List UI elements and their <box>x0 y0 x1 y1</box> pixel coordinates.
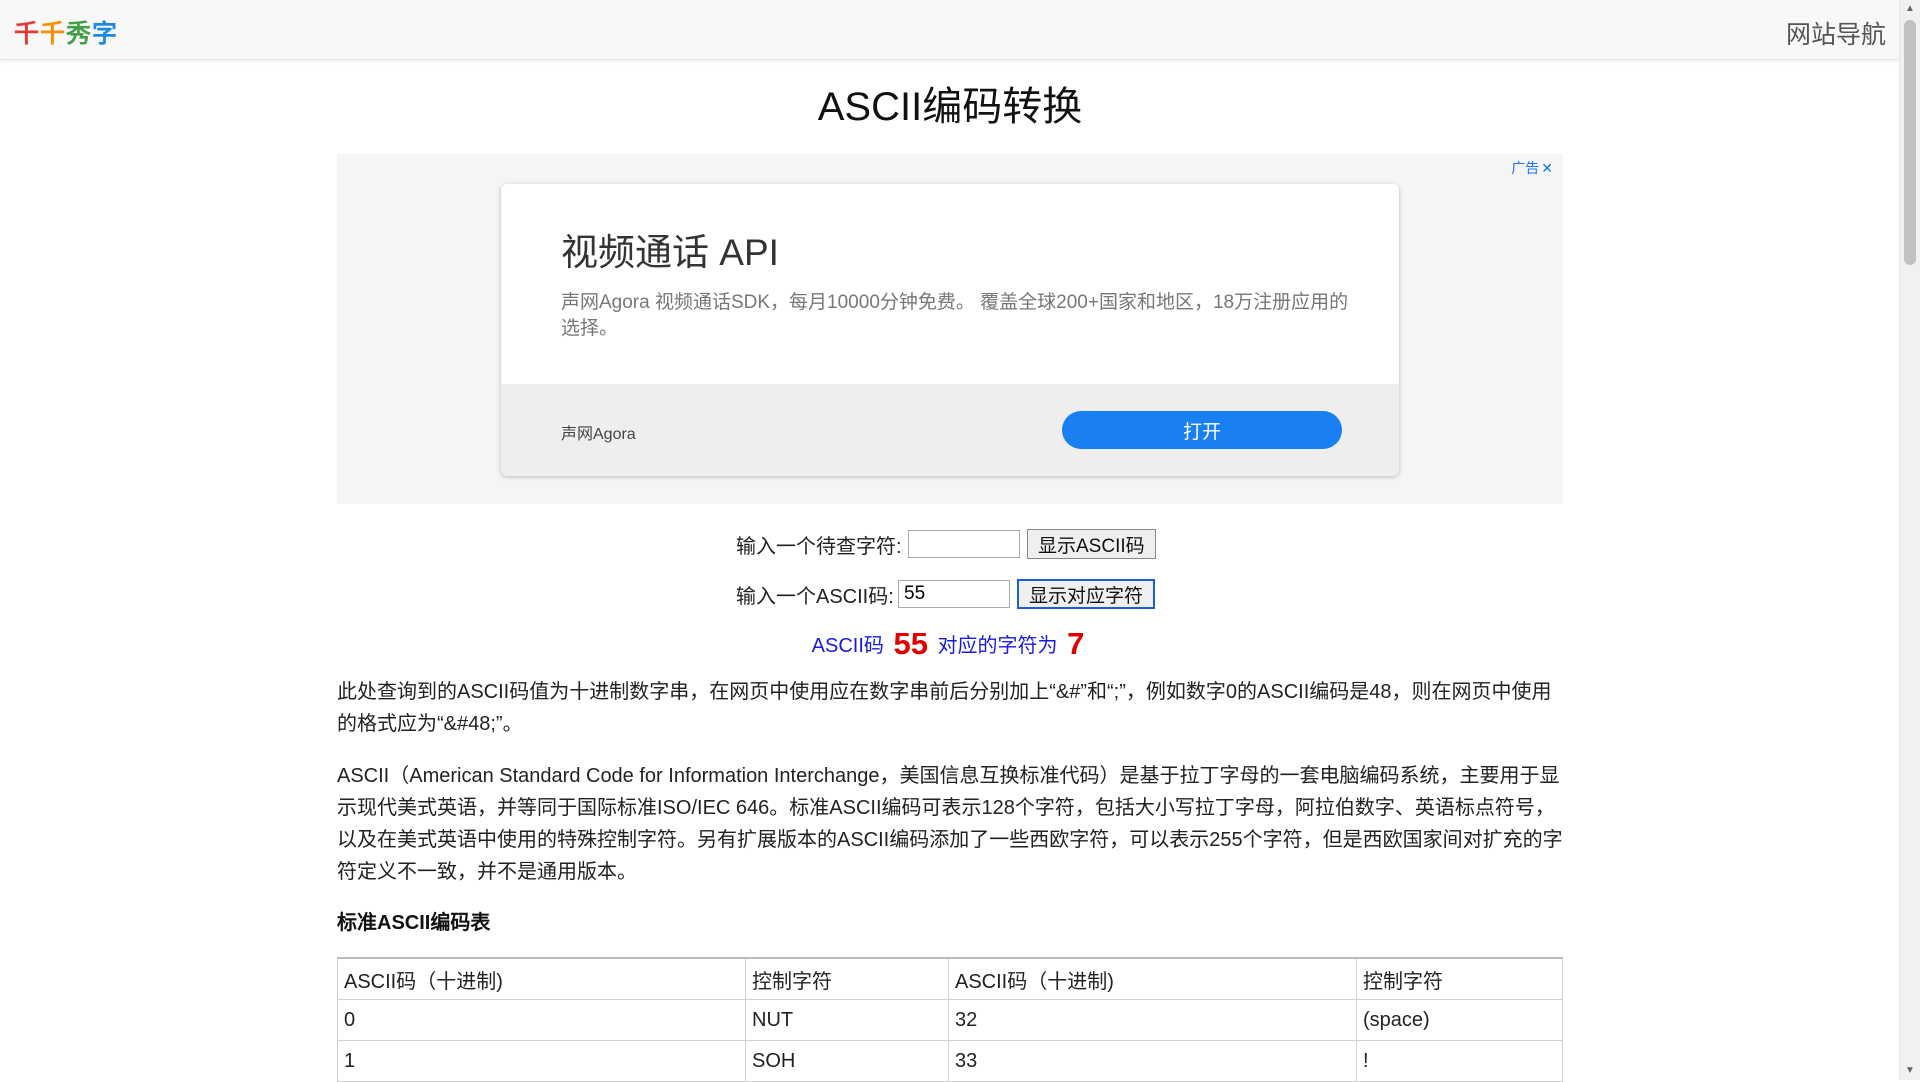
main-content: ASCII编码转换 广告 ✕ 视频通话 API 声网Agora 视频通话SDK，每… <box>337 59 1563 1082</box>
vertical-scrollbar[interactable]: ▲ ▼ <box>1899 0 1920 1080</box>
ad-description: 声网Agora 视频通话SDK，每月10000分钟免费。 覆盖全球200+国家和… <box>561 292 1349 339</box>
ad-headline[interactable]: 视频通话 API <box>561 222 779 276</box>
show-char-button[interactable]: 显示对应字符 <box>1017 579 1156 609</box>
result-prefix: ASCII码 <box>811 635 884 657</box>
ad-open-button[interactable]: 打开 <box>1062 411 1342 449</box>
logo-char-3: 秀 <box>66 20 93 48</box>
code-input-label: 输入一个ASCII码: <box>736 586 894 608</box>
result-line: ASCII码 55 对应的字符为 7 <box>337 624 1563 664</box>
table-cell: 0 <box>337 999 746 1041</box>
ad-marker[interactable]: 广告 ✕ <box>1511 158 1553 178</box>
code-input[interactable] <box>898 580 1010 608</box>
ascii-table: ASCII码（十进制) 控制字符 ASCII码（十进制) 控制字符 0 NUT … <box>337 957 1563 1082</box>
table-heading: 标准ASCII编码表 <box>337 912 491 934</box>
result-char: 7 <box>1067 626 1085 661</box>
column-header: ASCII码（十进制) <box>337 957 746 1000</box>
ad-brand: 声网Agora <box>561 426 636 443</box>
page-title: ASCII编码转换 <box>817 85 1083 129</box>
code-query-row: 输入一个ASCII码: 显示对应字符 <box>337 568 1563 618</box>
table-cell: 1 <box>337 1040 746 1082</box>
table-cell: (space) <box>1356 999 1563 1041</box>
table-cell: ! <box>1356 1040 1563 1082</box>
column-header: ASCII码（十进制) <box>948 957 1357 1000</box>
table-cell: SOH <box>745 1040 949 1082</box>
column-header: 控制字符 <box>745 957 949 1000</box>
result-code: 55 <box>893 626 928 661</box>
table-cell: 32 <box>948 999 1357 1041</box>
scroll-down-arrow-icon[interactable]: ▼ <box>1900 1062 1920 1080</box>
table-cell: 33 <box>948 1040 1357 1082</box>
show-ascii-button[interactable]: 显示ASCII码 <box>1027 529 1156 559</box>
table-row: 1 SOH 33 ! <box>337 1040 1563 1082</box>
table-cell: NUT <box>745 999 949 1041</box>
char-input-label: 输入一个待查字符: <box>736 536 902 558</box>
table-row: 0 NUT 32 (space) <box>337 999 1563 1041</box>
logo-char-1: 千 <box>14 20 41 48</box>
scrollbar-thumb[interactable] <box>1904 20 1916 265</box>
ascii-intro-paragraph: ASCII（American Standard Code for Informa… <box>337 765 1563 883</box>
column-header: 控制字符 <box>1356 957 1563 1000</box>
char-input[interactable] <box>908 530 1020 558</box>
ad-close-icon[interactable]: ✕ <box>1541 160 1553 176</box>
ad-banner: 广告 ✕ 视频通话 API 声网Agora 视频通话SDK，每月10000分钟免费… <box>337 154 1563 504</box>
usage-note-paragraph: 此处查询到的ASCII码值为十进制数字串，在网页中使用应在数字串前后分别加上“&… <box>337 681 1552 735</box>
scroll-up-arrow-icon[interactable]: ▲ <box>1900 0 1920 18</box>
top-navbar: 千千秀字 网站导航 <box>0 0 1900 60</box>
ad-card[interactable]: 视频通话 API 声网Agora 视频通话SDK，每月10000分钟免费。 覆盖… <box>501 184 1399 476</box>
site-nav-link[interactable]: 网站导航 <box>1786 15 1886 51</box>
site-logo[interactable]: 千千秀字 <box>14 14 118 50</box>
table-header-row: ASCII码（十进制) 控制字符 ASCII码（十进制) 控制字符 <box>337 957 1563 1000</box>
logo-char-4: 字 <box>92 20 119 48</box>
result-middle: 对应的字符为 <box>937 635 1058 657</box>
ad-footer: 声网Agora 打开 <box>501 384 1399 476</box>
char-query-row: 输入一个待查字符: 显示ASCII码 <box>337 518 1563 568</box>
logo-char-2: 千 <box>40 20 67 48</box>
ad-label: 广告 <box>1511 160 1540 176</box>
